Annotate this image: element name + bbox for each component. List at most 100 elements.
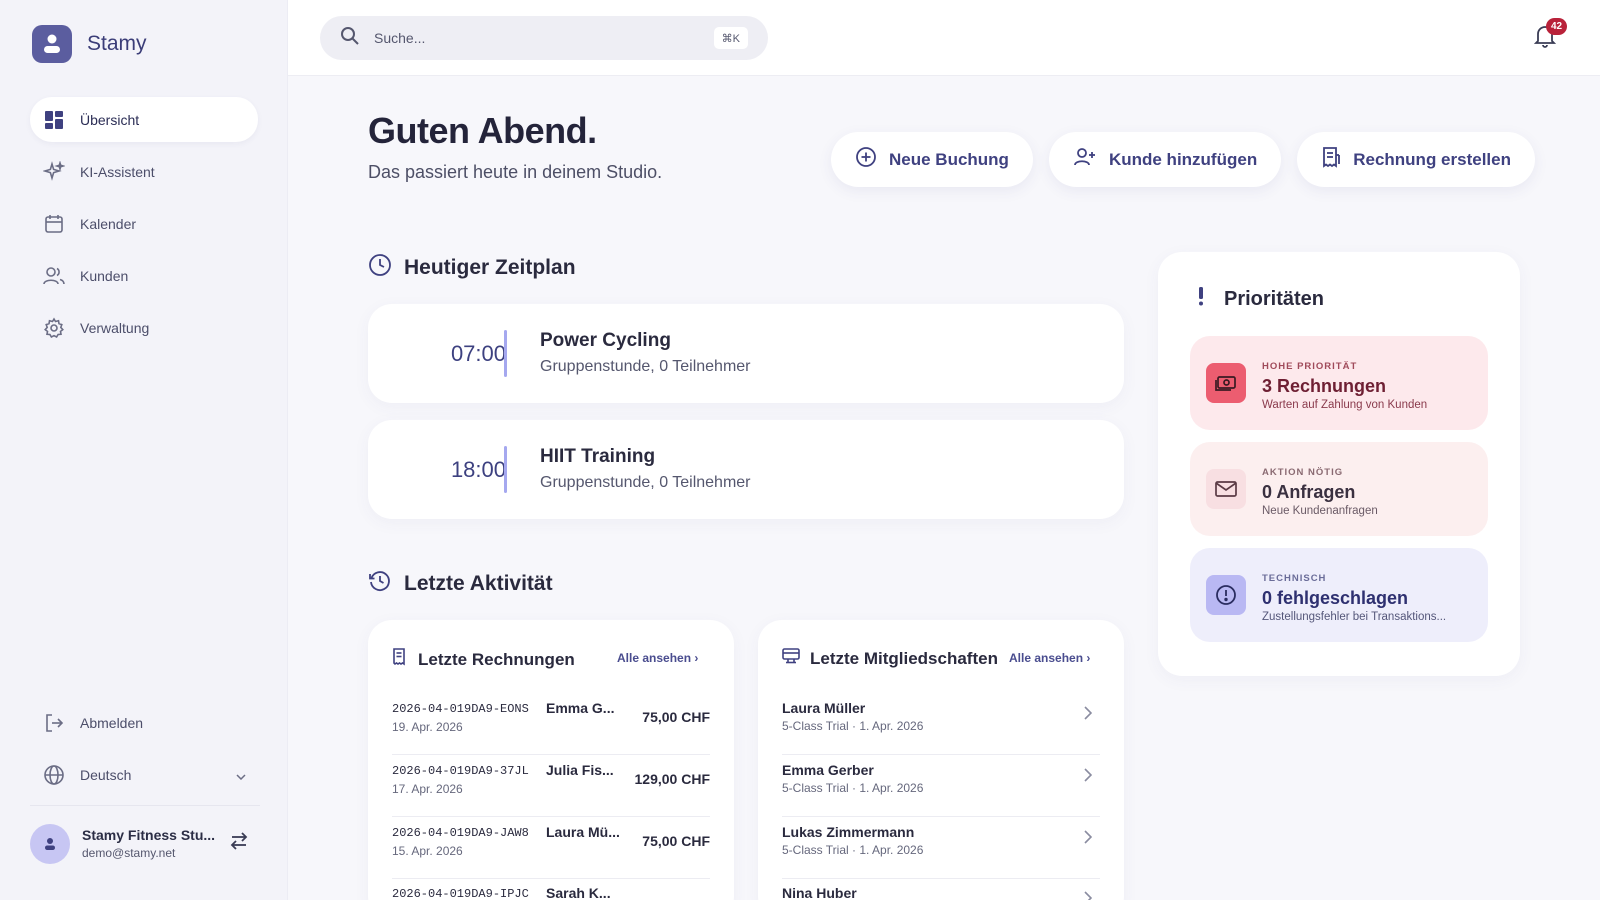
recent-invoices-title: Letzte Rechnungen xyxy=(418,649,575,669)
invoice-id: 2026-04-019DA9-37JL xyxy=(392,764,529,778)
clock-icon xyxy=(368,253,392,283)
schedule-class-subtitle: Gruppenstunde, 0 Teilnehmer xyxy=(540,474,751,491)
sidebar-item-label: KI-Assistent xyxy=(80,163,155,180)
member-name: Lukas Zimmermann xyxy=(782,824,915,840)
receipt-icon xyxy=(1321,146,1341,173)
chevron-right-icon xyxy=(1084,891,1093,900)
receipt-icon xyxy=(392,648,408,671)
invoice-id: 2026-04-019DA9-JAW8 xyxy=(392,826,529,840)
invoice-amount: 129,00 CHF xyxy=(634,771,710,787)
add-customer-button[interactable]: Kunde hinzufügen xyxy=(1048,132,1282,187)
priority-value: 0 fehlgeschlagen xyxy=(1262,588,1409,608)
priority-card-technical[interactable]: TECHNISCH 0 fehlgeschlagen Zustellungsfe… xyxy=(1190,548,1488,642)
invoice-row[interactable]: 2026-04-019DA9-IPJC Sarah K... xyxy=(392,879,710,900)
schedule-time: 07:00 xyxy=(450,341,506,366)
invoice-row[interactable]: 2026-04-019DA9-37JL Julia Fis... 17. Apr… xyxy=(392,756,710,817)
sidebar-item-admin[interactable]: Verwaltung xyxy=(30,305,258,350)
priority-description: Zustellungsfehler bei Transaktions... xyxy=(1262,611,1447,623)
user-info: Stamy Fitness Stu... demo@stamy.net xyxy=(82,827,215,860)
schedule-item[interactable]: 07:00 Power Cycling Gruppenstunde, 0 Tei… xyxy=(368,304,1124,403)
chevron-down-icon xyxy=(236,767,246,783)
topbar: ⌘K 42 xyxy=(288,0,1600,76)
invoice-amount: 75,00 CHF xyxy=(642,709,710,725)
shortcut-hint: ⌘K xyxy=(713,27,748,49)
schedule-time: 18:00 xyxy=(450,457,506,482)
user-email: demo@stamy.net xyxy=(82,846,176,860)
history-icon xyxy=(368,569,392,599)
schedule-class-subtitle: Gruppenstunde, 0 Teilnehmer xyxy=(540,358,751,375)
priority-card-requests[interactable]: AKTION NÖTIG 0 Anfragen Neue Kundenanfra… xyxy=(1190,442,1488,536)
add-customer-label: Kunde hinzufügen xyxy=(1108,149,1258,169)
new-booking-button[interactable]: Neue Buchung xyxy=(831,132,1033,187)
create-invoice-label: Rechnung erstellen xyxy=(1353,149,1511,169)
recent-memberships-heading: Letzte Mitgliedschaften xyxy=(782,648,998,669)
globe-icon xyxy=(40,761,68,789)
sidebar-item-customers[interactable]: Kunden xyxy=(30,253,258,298)
dashboard-icon xyxy=(40,106,68,134)
sidebar-item-ai-assistant[interactable]: KI-Assistent xyxy=(30,149,258,194)
user-name: Stamy Fitness Stu... xyxy=(82,827,216,843)
member-name: Nina Huber xyxy=(782,885,857,900)
sidebar-item-label: Übersicht xyxy=(80,111,140,128)
logout-button[interactable]: Abmelden xyxy=(30,700,258,745)
search-icon xyxy=(340,26,360,51)
membership-row[interactable]: Laura Müller 5-Class Trial · 1. Apr. 202… xyxy=(782,694,1100,755)
membership-card-icon xyxy=(782,648,800,669)
priority-card-invoices[interactable]: HOHE PRIORITÄT 3 Rechnungen Warten auf Z… xyxy=(1190,336,1488,430)
invoice-row[interactable]: 2026-04-019DA9-JAW8 Laura Mü... 15. Apr.… xyxy=(392,818,710,879)
search-bar[interactable]: ⌘K xyxy=(320,16,768,60)
priority-kicker: AKTION NÖTIG xyxy=(1262,467,1344,478)
quick-actions: Neue Buchung Kunde hinzufügen Rechnung e… xyxy=(831,132,1535,187)
membership-detail: 5-Class Trial · 1. Apr. 2026 xyxy=(782,781,924,795)
invoice-id: 2026-04-019DA9-IPJC xyxy=(392,887,529,900)
logout-icon xyxy=(40,709,68,737)
user-card[interactable]: Stamy Fitness Stu... demo@stamy.net xyxy=(30,805,260,875)
avatar xyxy=(30,823,70,864)
invoice-customer: Julia Fis... xyxy=(546,762,614,778)
brand[interactable]: Stamy xyxy=(32,25,147,63)
sidebar: Stamy Übersicht KI-Assistent Kalender Ku… xyxy=(0,0,288,900)
language-select[interactable]: Deutsch xyxy=(30,752,258,797)
invoice-row[interactable]: 2026-04-019DA9-EONS Emma G... 19. Apr. 2… xyxy=(392,694,710,755)
create-invoice-button[interactable]: Rechnung erstellen xyxy=(1297,132,1535,187)
schedule-class-title: Power Cycling xyxy=(540,330,671,351)
sidebar-item-label: Kunden xyxy=(80,267,129,284)
invoice-customer: Laura Mü... xyxy=(546,824,620,840)
priority-description: Neue Kundenanfragen xyxy=(1262,505,1378,517)
page-title: Guten Abend. xyxy=(368,110,597,151)
invoice-customer: Sarah K... xyxy=(546,885,611,900)
search-input[interactable] xyxy=(374,30,694,46)
view-all-memberships-link[interactable]: Alle ansehen › xyxy=(1009,651,1090,665)
page-subtitle: Das passiert heute in deinem Studio. xyxy=(368,162,663,182)
sidebar-item-calendar[interactable]: Kalender xyxy=(30,201,258,246)
membership-row[interactable]: Lukas Zimmermann 5-Class Trial · 1. Apr.… xyxy=(782,818,1100,879)
calendar-icon xyxy=(40,210,68,238)
switch-account-icon[interactable] xyxy=(228,832,250,855)
chevron-right-icon xyxy=(1084,768,1093,787)
recent-memberships-panel: Letzte Mitgliedschaften Alle ansehen › L… xyxy=(758,620,1124,900)
invoice-date: 17. Apr. 2026 xyxy=(392,782,463,796)
membership-row[interactable]: Emma Gerber 5-Class Trial · 1. Apr. 2026 xyxy=(782,756,1100,817)
view-all-label: Alle ansehen xyxy=(1009,651,1084,665)
users-icon xyxy=(40,262,68,290)
schedule-divider xyxy=(504,330,507,377)
money-icon xyxy=(1206,363,1246,403)
invoice-id: 2026-04-019DA9-EONS xyxy=(392,702,529,716)
sidebar-item-overview[interactable]: Übersicht xyxy=(30,97,258,142)
sparkles-icon xyxy=(40,158,68,186)
schedule-item[interactable]: 18:00 HIIT Training Gruppenstunde, 0 Tei… xyxy=(368,420,1124,519)
view-all-invoices-link[interactable]: Alle ansehen › xyxy=(617,651,698,665)
brand-logo-icon xyxy=(32,25,72,63)
chevron-right-icon xyxy=(1084,706,1093,725)
invoice-date: 15. Apr. 2026 xyxy=(392,844,463,858)
schedule-heading: Heutiger Zeitplan xyxy=(368,253,576,283)
activity-heading: Letzte Aktivität xyxy=(368,569,553,599)
brand-name: Stamy xyxy=(87,32,147,55)
priorities-panel: Prioritäten HOHE PRIORITÄT 3 Rechnungen … xyxy=(1158,252,1520,676)
new-booking-label: Neue Buchung xyxy=(889,149,1009,169)
chevron-right-icon xyxy=(1084,830,1093,849)
member-name: Laura Müller xyxy=(782,700,866,716)
schedule-divider xyxy=(504,446,507,493)
language-label: Deutsch xyxy=(80,766,132,783)
membership-row[interactable]: Nina Huber xyxy=(782,879,1100,900)
